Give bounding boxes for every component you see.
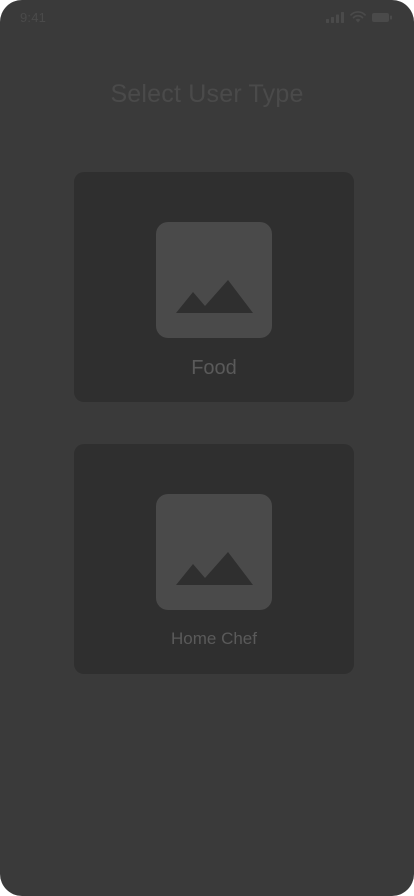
user-type-card-food[interactable]: Food <box>74 172 354 402</box>
user-type-label: Home Chef <box>171 629 257 648</box>
signal-icon <box>326 11 344 23</box>
wifi-icon <box>350 11 366 23</box>
page-title: Select User Type <box>110 80 304 108</box>
phone-screen: 9:41 Select User Type Food Home Chef <box>0 0 414 896</box>
status-time: 9:41 <box>20 10 47 25</box>
image-placeholder-icon <box>156 222 272 338</box>
user-type-label: Food <box>191 357 237 379</box>
user-type-card-home-chef[interactable]: Home Chef <box>74 444 354 674</box>
image-placeholder-icon <box>156 494 272 610</box>
status-icons <box>326 11 392 23</box>
battery-icon <box>372 12 392 23</box>
status-bar: 9:41 <box>0 0 414 36</box>
